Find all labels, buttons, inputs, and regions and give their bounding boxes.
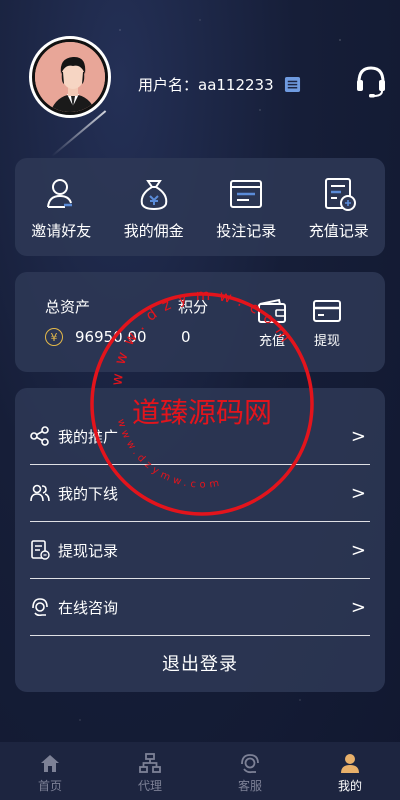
chevron-right-icon: > [350, 425, 366, 447]
menu-item-my-promotion[interactable]: 我的推广 > [30, 408, 370, 465]
copy-icon[interactable] [284, 76, 301, 93]
profile-header: 用户名：aa112233 [0, 0, 400, 150]
tab-label: 代理 [137, 779, 162, 793]
recharge-record-icon [324, 178, 356, 211]
bet-records-button[interactable]: 投注记录 [200, 158, 293, 256]
menu-item-label: 在线咨询 [58, 598, 119, 617]
invite-friends-button[interactable]: 邀请好友 [15, 158, 108, 256]
menu-item-label: 我的下线 [58, 484, 119, 503]
username-row: 用户名：aa112233 [138, 74, 301, 95]
recharge-records-label: 充值记录 [308, 222, 369, 240]
headset-icon[interactable] [355, 64, 387, 98]
menu-item-online-consult[interactable]: 在线咨询 > [30, 579, 370, 636]
support-icon [32, 598, 48, 617]
service-icon [241, 754, 259, 774]
invite-friends-label: 邀请好友 [31, 222, 92, 240]
points-label: 积分 [178, 298, 209, 316]
home-icon [41, 755, 59, 772]
bottom-tab-bar: 首页 代理 客服 我的 [0, 742, 400, 800]
user-avatar-icon [35, 42, 105, 112]
quick-actions-panel: 邀请好友 我的佣金 投注记录 充值记录 [15, 158, 385, 256]
my-commission-button[interactable]: 我的佣金 [108, 158, 201, 256]
menu-item-withdraw-records[interactable]: 提现记录 > [30, 522, 370, 579]
recharge-button[interactable]: 充值 [257, 298, 287, 349]
card-icon [313, 300, 341, 322]
list-window-icon [230, 180, 263, 208]
menu-panel: 我的推广 > 我的下线 > 提现记录 > 在线咨询 > 退出登录 [15, 388, 385, 692]
withdraw-record-icon [31, 540, 50, 560]
menu-item-label: 提现记录 [58, 541, 119, 560]
tab-home[interactable]: 首页 [0, 742, 100, 800]
logout-button[interactable]: 退出登录 [15, 650, 385, 676]
bet-records-label: 投注记录 [216, 222, 277, 240]
wallet-icon [258, 298, 286, 323]
chevron-right-icon: > [350, 482, 366, 504]
tab-service[interactable]: 客服 [200, 742, 300, 800]
tab-label: 客服 [237, 779, 262, 793]
share-icon [30, 426, 49, 446]
my-commission-label: 我的佣金 [123, 222, 184, 240]
recharge-label: 充值 [258, 334, 285, 349]
avatar[interactable] [29, 36, 111, 118]
menu-item-my-downline[interactable]: 我的下线 > [30, 465, 370, 522]
avatar-image [35, 42, 105, 112]
total-assets-label: 总资产 [45, 298, 91, 316]
currency-coin-icon: ¥ [45, 328, 63, 346]
tab-profile[interactable]: 我的 [300, 742, 400, 800]
menu-item-label: 我的推广 [58, 427, 119, 446]
username-label: 用户名：aa112233 [138, 76, 274, 94]
users-icon [30, 484, 50, 502]
money-bag-icon [140, 180, 168, 211]
chevron-right-icon: > [350, 596, 366, 618]
total-assets-value: 96950.00 [75, 328, 147, 346]
withdraw-button[interactable]: 提现 [312, 298, 342, 349]
recharge-records-button[interactable]: 充值记录 [293, 158, 386, 256]
tab-agent[interactable]: 代理 [100, 742, 200, 800]
agent-icon [139, 753, 161, 773]
assets-panel: 总资产 ¥ 96950.00 积分 0 充值 提现 [15, 272, 385, 372]
chevron-right-icon: > [350, 539, 366, 561]
points-value: 0 [181, 328, 191, 346]
tab-label: 我的 [337, 779, 362, 793]
withdraw-label: 提现 [313, 334, 340, 349]
tab-label: 首页 [37, 779, 62, 793]
person-add-icon [47, 179, 73, 208]
profile-icon [341, 754, 359, 773]
